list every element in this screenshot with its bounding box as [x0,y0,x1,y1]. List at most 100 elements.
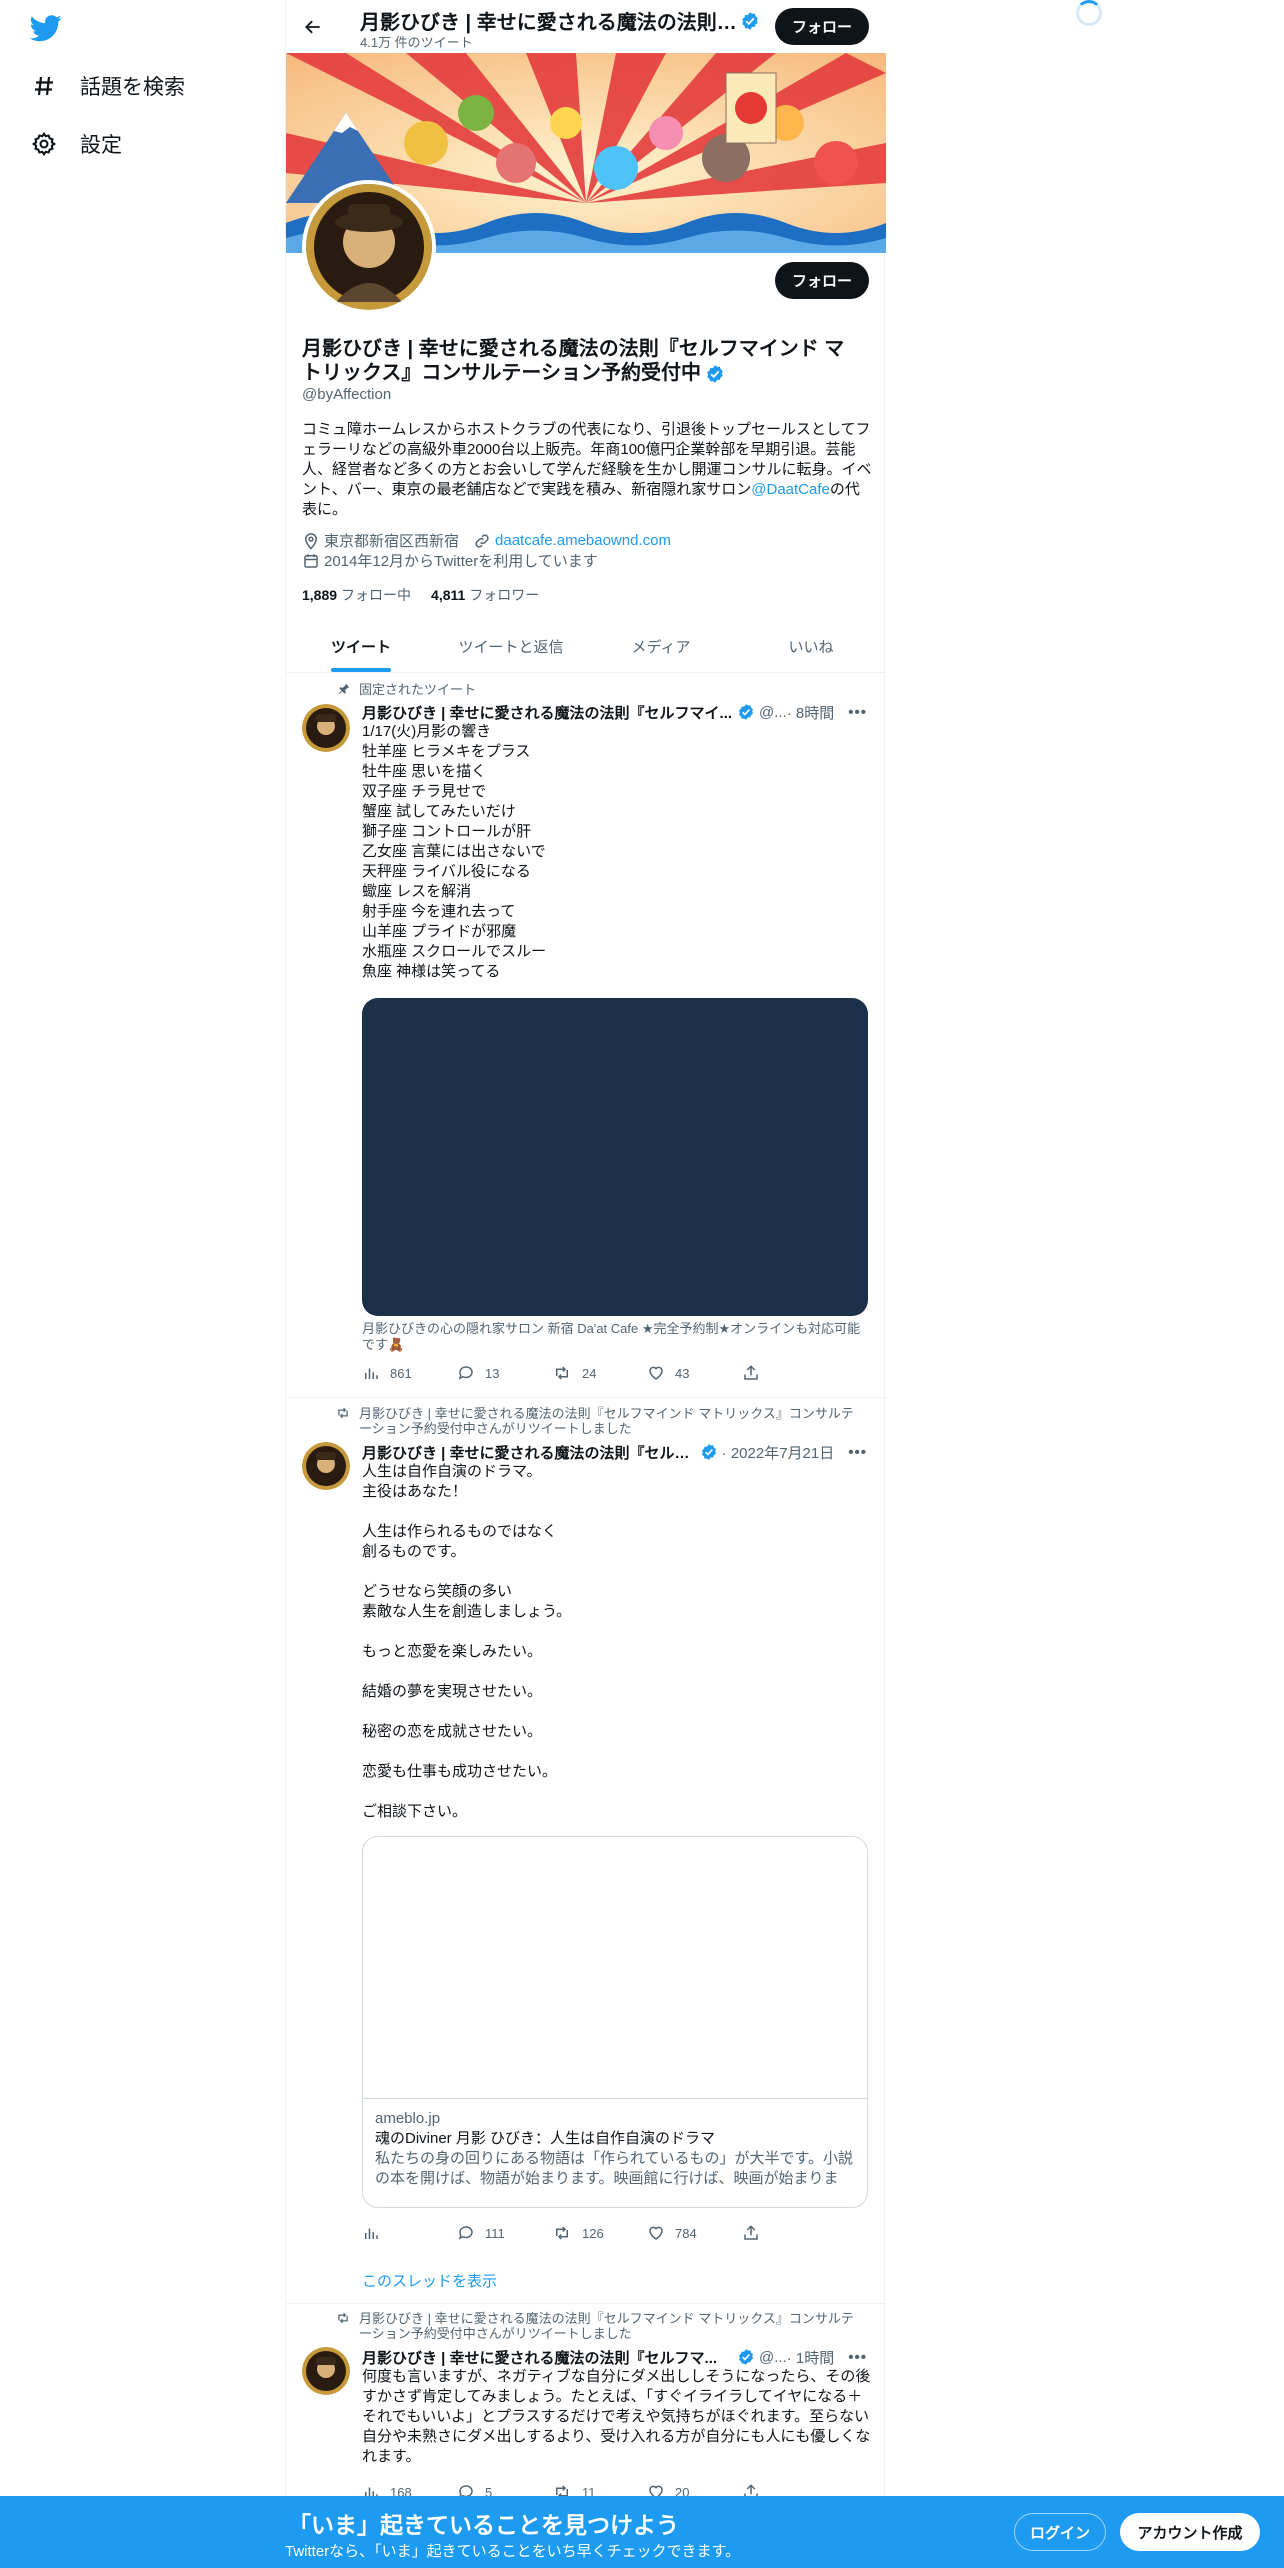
more-options-icon[interactable]: ••• [848,2349,867,2366]
views-button[interactable] [362,2224,422,2242]
tweet-time[interactable]: · 8時間 [787,702,835,723]
tab-tweets[interactable]: ツイート [286,620,436,672]
nav-explore-label: 話題を検索 [80,76,185,99]
followers-count: 4,811 [431,587,466,603]
like-button[interactable]: 43 [647,1364,707,1382]
more-options-icon[interactable]: ••• [848,704,867,721]
like-count: 43 [675,1365,690,1381]
location-pin-icon [304,532,318,550]
tweet-author-name[interactable]: 月影ひびき | 幸せに愛される魔法の法則『セルフマイ... [362,702,733,723]
tweet-text: 1/17(火)月影の響き 牡羊座 ヒラメキをプラス 牡牛座 思いを描く 双子座 … [362,723,547,980]
verified-badge-icon [742,11,758,30]
profile-avatar[interactable] [302,180,436,314]
tweet-count: 4.1万 件のツイート [360,35,473,50]
back-button[interactable] [296,10,330,44]
profile-website: daatcafe.amebaownd.com [473,532,671,550]
bio-mention-link[interactable]: @DaatCafe [751,481,830,498]
followers-stat[interactable]: 4,811 フォロワー [431,585,539,605]
hashtag-icon [30,72,58,100]
nav-explore[interactable]: 話題を検索 [30,66,185,106]
heart-icon [649,2226,663,2240]
nav-settings-label: 設定 [80,134,122,157]
profile-name-text: 月影ひびき | 幸せに愛される魔法の法則『セルフマインド マトリックス』コンサル… [302,338,845,384]
share-button[interactable] [742,1364,802,1382]
views-count: 861 [390,1365,412,1381]
link-card[interactable]: ameblo.jp 魂のDiviner 月影 ひびき：人生は自作自演のドラマ 私… [362,1836,868,2208]
gear-icon [30,130,58,158]
link-card-text: ameblo.jp 魂のDiviner 月影 ひびき：人生は自作自演のドラマ 私… [363,2099,867,2199]
follow-stats: 1,889 フォロー中 4,811 フォロワー [302,585,559,605]
signup-button[interactable]: アカウント作成 [1120,2513,1260,2551]
tweet-author-handle: @... [758,2348,787,2366]
joined-text: 2014年12月からTwitterを利用しています [324,553,598,570]
profile-tabs: ツイート ツイートと返信 メディア いいね [286,620,886,673]
tweet-author-name[interactable]: 月影ひびき | 幸せに愛される魔法の法則『セルフマ... [362,2347,733,2368]
social-context-text: 月影ひびき | 幸せに愛される魔法の法則『セルフマインド マトリックス』コンサル… [359,1406,854,1436]
retweet-indicator: 月影ひびき | 幸せに愛される魔法の法則『セルフマインド マトリックス』コンサル… [331,2311,866,2341]
tweet-author-avatar[interactable] [302,704,350,752]
profile-name: 月影ひびき | 幸せに愛される魔法の法則『セルフマインド マトリックス』コンサル… [302,337,857,385]
following-count: 1,889 [302,587,338,603]
retweet-count: 24 [582,1365,597,1381]
reply-button[interactable]: 111 [457,2224,517,2242]
followers-label: フォロワー [469,587,540,603]
profile-location: 東京都新宿区西新宿 [302,530,459,551]
retweet-count: 126 [582,2225,604,2241]
views-button[interactable]: 861 [362,1364,422,1382]
like-button[interactable]: 784 [647,2224,707,2242]
twitter-bird-icon[interactable] [29,12,66,48]
profile-header-bar: 月影ひびき | 幸せに愛される魔法の法則『… 4.1万 件のツイート フォロー [286,0,886,53]
tweet-text: 人生は自作自演のドラマ。 主役はあなた！ 人生は作られるものではなく 創るもので… [362,1463,572,1820]
tweet-author-avatar[interactable] [302,2347,350,2395]
header-title: 月影ひびき | 幸せに愛される魔法の法則『… [360,6,760,35]
tweet-text: 何度も言いますが、ネガティブな自分にダメ出ししそうになったら、その後すかさず肯定… [362,2368,871,2465]
tab-media[interactable]: メディア [586,620,736,672]
tweet-retweet-1[interactable]: 月影ひびき | 幸せに愛される魔法の法則『セルフマインド マトリックス』コンサル… [286,1398,886,2304]
pin-icon [331,682,359,696]
retweet-icon [556,1366,568,1380]
retweet-button[interactable]: 24 [552,1364,612,1382]
login-button[interactable]: ログイン [1014,2513,1106,2551]
pinned-indicator: 固定されたツイート [331,682,866,697]
following-stat[interactable]: 1,889 フォロー中 [302,585,411,605]
signup-banner-subtitle: Twitterなら、「いま」起きていることをいち早くチェックできます。 [285,2543,741,2560]
tweet-pinned[interactable]: 固定されたツイート 月影ひびき | 幸せに愛される魔法の法則『セルフマイ... … [286,674,886,1398]
tweet-author-name[interactable]: 月影ひびき | 幸せに愛される魔法の法則『セルフ... [362,1442,696,1463]
arrow-left-icon [305,20,320,34]
tweet-actions: 111 126 784 [362,2224,802,2242]
header-title-text: 月影ひびき | 幸せに愛される魔法の法則『… [360,12,740,34]
profile-meta: 東京都新宿区西新宿 daatcafe.amebaownd.com [302,530,685,551]
profile-joined: 2014年12月からTwitterを利用しています [302,550,612,571]
share-icon [744,1365,758,1380]
tweet-author-avatar[interactable] [302,1442,350,1490]
reply-icon [458,2226,473,2240]
reply-button[interactable]: 13 [457,1364,517,1382]
social-context-text: 固定されたツイート [359,682,477,697]
left-navigation: 話題を検索 設定 [0,0,285,2568]
share-button[interactable] [742,2224,802,2242]
tweet-header: 月影ひびき | 幸せに愛される魔法の法則『セルフマ... @... · 1時間 … [362,2347,867,2367]
tweet-time[interactable]: · 2022年7月21日 [722,1442,835,1463]
more-options-icon[interactable]: ••• [848,1444,867,1461]
tab-likes[interactable]: いいね [736,620,886,672]
profile-handle: @byAffection [302,386,392,403]
tab-tweets-and-replies[interactable]: ツイートと返信 [436,620,586,672]
tweet-time[interactable]: · 1時間 [787,2347,835,2368]
heart-icon [649,1366,663,1380]
retweet-icon [556,2226,568,2240]
media-caption: 月影ひびきの心の隠れ家サロン 新宿 Da'at Cafe ★完全予約制★オンライ… [362,1321,861,1352]
profile-follow-button[interactable]: フォロー [775,262,869,299]
tweet-author-handle: @... [758,703,787,721]
header-follow-button[interactable]: フォロー [775,8,869,45]
joined-item: 2014年12月からTwitterを利用しています [302,550,598,571]
analytics-icon [365,2228,378,2239]
retweet-button[interactable]: 126 [552,2224,612,2242]
website-link[interactable]: daatcafe.amebaownd.com [495,532,671,549]
link-icon [475,533,489,548]
reply-count: 111 [485,2225,505,2241]
retweet-icon [331,2311,359,2325]
nav-settings[interactable]: 設定 [30,124,122,164]
show-thread-link[interactable]: このスレッドを表示 [362,2270,497,2291]
tweet-media[interactable] [362,998,868,1316]
analytics-icon [365,1368,378,1379]
